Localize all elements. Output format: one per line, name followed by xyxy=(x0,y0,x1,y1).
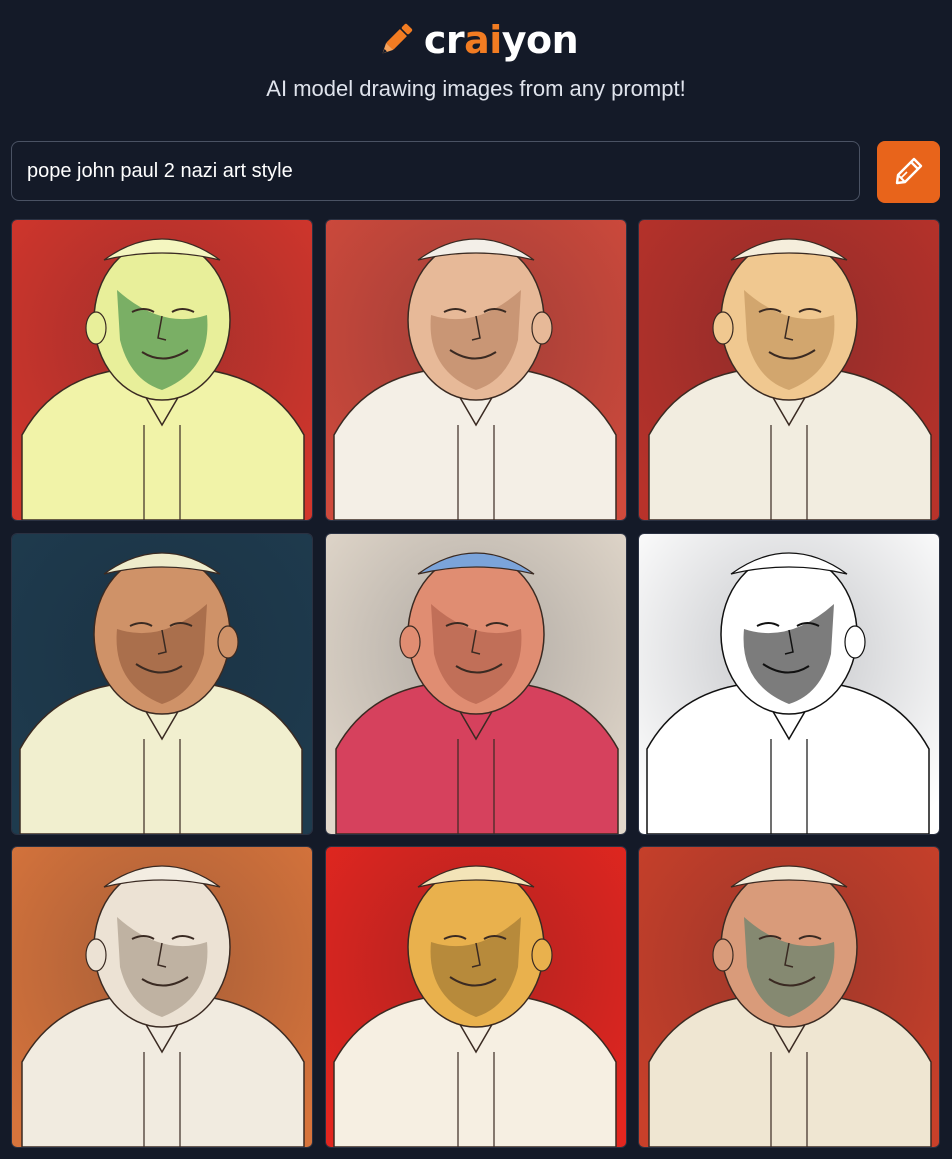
result-image-9[interactable] xyxy=(638,846,940,1148)
tagline: AI model drawing images from any prompt! xyxy=(266,76,686,101)
result-image-1[interactable] xyxy=(11,219,313,521)
result-image-5[interactable] xyxy=(325,533,627,835)
draw-button[interactable] xyxy=(877,141,940,203)
logo-wordmark: craiyon xyxy=(423,18,579,62)
prompt-bar xyxy=(11,141,941,203)
pencil-icon xyxy=(892,154,926,191)
result-image-8[interactable] xyxy=(325,846,627,1148)
prompt-input[interactable] xyxy=(11,141,860,201)
result-image-7[interactable] xyxy=(11,846,313,1148)
result-image-2[interactable] xyxy=(325,219,627,521)
result-image-4[interactable] xyxy=(11,533,313,835)
result-image-3[interactable] xyxy=(638,219,940,521)
logo[interactable]: craiyon xyxy=(0,14,952,66)
craiyon-page: craiyon AI model drawing images from any… xyxy=(0,0,952,1159)
crayon-icon xyxy=(374,18,418,62)
image-grid xyxy=(11,219,941,1148)
result-image-6[interactable] xyxy=(638,533,940,835)
